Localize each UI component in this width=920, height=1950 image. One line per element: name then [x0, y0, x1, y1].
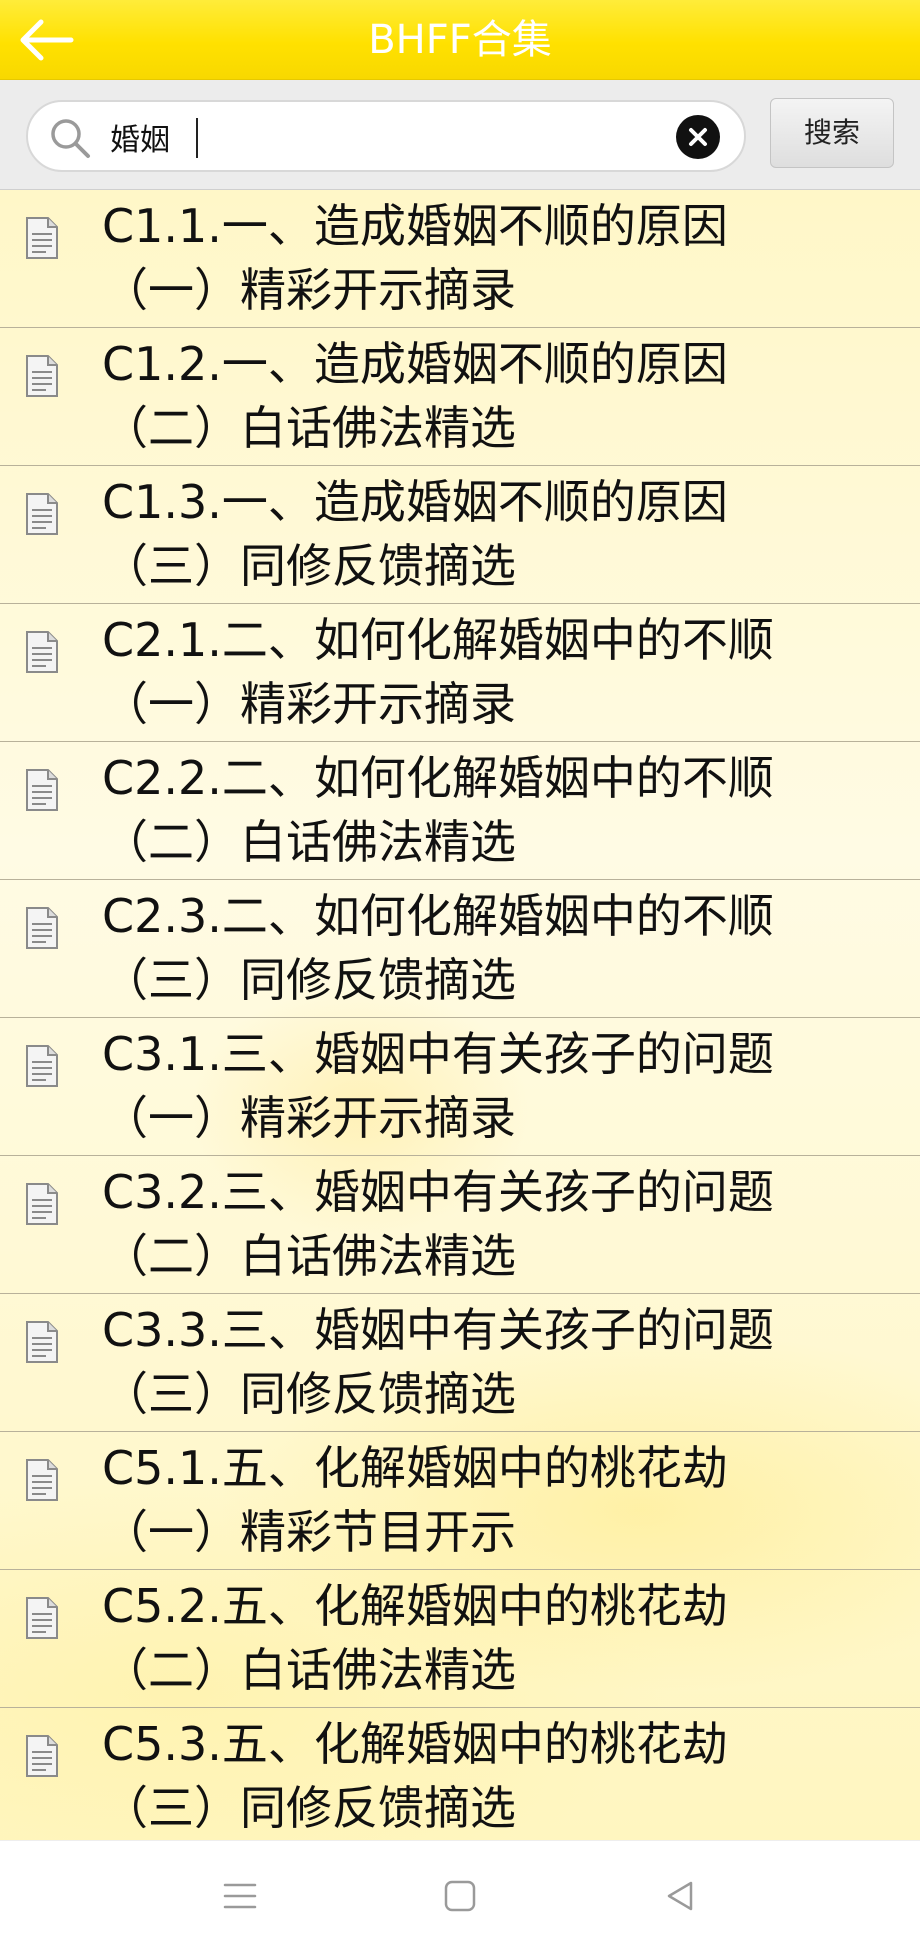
menu-icon	[223, 1883, 257, 1909]
item-subtitle: （二）白话佛法精选	[102, 1643, 516, 1697]
item-subtitle: （二）白话佛法精选	[102, 401, 516, 455]
item-subtitle: （三）同修反馈摘选	[102, 1367, 516, 1421]
item-title: C1.3.一、造成婚姻不顺的原因	[102, 475, 728, 529]
search-icon	[51, 119, 90, 158]
document-icon	[26, 769, 58, 811]
item-title: C1.2.一、造成婚姻不顺的原因	[102, 337, 728, 391]
list-item[interactable]: C5.2.五、化解婚姻中的桃花劫 （二）白话佛法精选	[0, 1570, 920, 1708]
item-title: C3.2.三、婚姻中有关孩子的问题	[102, 1165, 774, 1219]
title-bar: BHFF合集	[0, 0, 920, 80]
item-title: C2.3.二、如何化解婚姻中的不顺	[102, 889, 774, 943]
item-subtitle: （一）精彩开示摘录	[102, 677, 516, 731]
text-cursor	[196, 118, 198, 158]
search-input[interactable]	[110, 112, 670, 162]
list-item[interactable]: C5.1.五、化解婚姻中的桃花劫 （一）精彩节目开示	[0, 1432, 920, 1570]
menu-button[interactable]	[210, 1871, 270, 1921]
document-icon	[26, 631, 58, 673]
system-nav-bar	[0, 1840, 920, 1950]
list-item[interactable]: C1.2.一、造成婚姻不顺的原因 （二）白话佛法精选	[0, 328, 920, 466]
item-subtitle: （二）白话佛法精选	[102, 1229, 516, 1283]
document-icon	[26, 1735, 58, 1777]
clear-icon	[689, 128, 707, 146]
document-icon	[26, 217, 58, 259]
item-title: C5.1.五、化解婚姻中的桃花劫	[102, 1441, 728, 1495]
search-bar: 搜索	[0, 80, 920, 190]
document-icon	[26, 1459, 58, 1501]
search-box[interactable]	[26, 100, 746, 172]
clear-button[interactable]	[676, 115, 720, 159]
results-list: C1.1.一、造成婚姻不顺的原因 （一）精彩开示摘录 C1.2.一、造成婚姻不顺…	[0, 190, 920, 1840]
back-nav-button[interactable]	[650, 1871, 710, 1921]
document-icon	[26, 907, 58, 949]
home-icon	[444, 1880, 476, 1912]
home-button[interactable]	[430, 1871, 490, 1921]
item-subtitle: （三）同修反馈摘选	[102, 953, 516, 1007]
item-subtitle: （三）同修反馈摘选	[102, 539, 516, 593]
item-subtitle: （一）精彩开示摘录	[102, 1091, 516, 1145]
document-icon	[26, 493, 58, 535]
list-item[interactable]: C2.2.二、如何化解婚姻中的不顺 （二）白话佛法精选	[0, 742, 920, 880]
back-icon	[667, 1881, 693, 1911]
item-title: C1.1.一、造成婚姻不顺的原因	[102, 199, 728, 253]
list-item[interactable]: C3.1.三、婚姻中有关孩子的问题 （一）精彩开示摘录	[0, 1018, 920, 1156]
list-item[interactable]: C3.2.三、婚姻中有关孩子的问题 （二）白话佛法精选	[0, 1156, 920, 1294]
document-icon	[26, 355, 58, 397]
item-subtitle: （二）白话佛法精选	[102, 815, 516, 869]
page-title: BHFF合集	[368, 17, 552, 63]
item-subtitle: （一）精彩节目开示	[102, 1505, 516, 1559]
list-item[interactable]: C1.1.一、造成婚姻不顺的原因 （一）精彩开示摘录	[0, 190, 920, 328]
item-subtitle: （一）精彩开示摘录	[102, 263, 516, 317]
item-subtitle: （三）同修反馈摘选	[102, 1781, 516, 1835]
item-title: C3.1.三、婚姻中有关孩子的问题	[102, 1027, 774, 1081]
list-item[interactable]: C2.3.二、如何化解婚姻中的不顺 （三）同修反馈摘选	[0, 880, 920, 1018]
list-item[interactable]: C3.3.三、婚姻中有关孩子的问题 （三）同修反馈摘选	[0, 1294, 920, 1432]
document-icon	[26, 1321, 58, 1363]
document-icon	[26, 1045, 58, 1087]
item-title: C2.1.二、如何化解婚姻中的不顺	[102, 613, 774, 667]
list-item[interactable]: C1.3.一、造成婚姻不顺的原因 （三）同修反馈摘选	[0, 466, 920, 604]
item-title: C5.3.五、化解婚姻中的桃花劫	[102, 1717, 728, 1771]
list-item[interactable]: C2.1.二、如何化解婚姻中的不顺 （一）精彩开示摘录	[0, 604, 920, 742]
item-title: C5.2.五、化解婚姻中的桃花劫	[102, 1579, 728, 1633]
document-icon	[26, 1183, 58, 1225]
document-icon	[26, 1597, 58, 1639]
item-title: C2.2.二、如何化解婚姻中的不顺	[102, 751, 774, 805]
list-item[interactable]: C5.3.五、化解婚姻中的桃花劫 （三）同修反馈摘选	[0, 1708, 920, 1840]
search-button[interactable]: 搜索	[770, 98, 894, 168]
item-title: C3.3.三、婚姻中有关孩子的问题	[102, 1303, 774, 1357]
